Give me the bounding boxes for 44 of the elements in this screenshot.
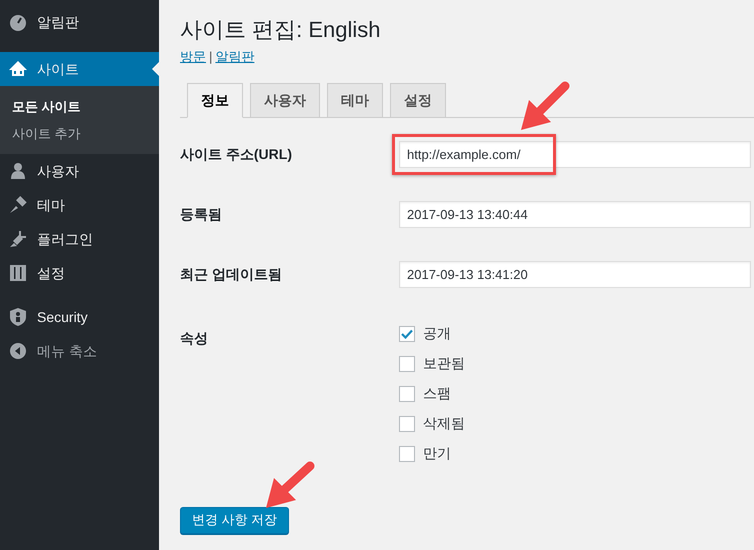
checkbox-label: 스팸 <box>423 384 451 403</box>
sidebar-item[interactable]: 메뉴 축소 <box>0 334 159 368</box>
checkmark-icon <box>401 328 413 338</box>
submenu-item[interactable]: 사이트 추가 <box>0 120 159 147</box>
field-label: 속성 <box>180 328 209 348</box>
field-label: 사이트 주소(URL) <box>180 145 293 164</box>
sidebar-item[interactable]: 사이트 <box>0 52 159 86</box>
sidebar-item[interactable]: 알림판 <box>0 5 159 39</box>
input-field[interactable]: 2017-09-13 13:40:44 <box>399 201 751 228</box>
checkbox-label: 만기 <box>423 444 451 463</box>
field-label: 등록됨 <box>180 205 223 224</box>
checkbox-label: 삭제됨 <box>423 414 465 433</box>
person-icon <box>8 161 28 181</box>
menu-pointer-icon <box>152 62 159 76</box>
checkbox[interactable] <box>399 416 415 432</box>
tab[interactable]: 정보 <box>187 82 243 118</box>
sliders-icon <box>8 263 28 283</box>
page-title: 사이트 편집: English <box>180 16 382 44</box>
gauge-icon <box>8 12 28 32</box>
checkbox[interactable] <box>399 356 415 372</box>
collapse-icon <box>8 341 28 361</box>
plug-icon <box>8 229 28 249</box>
tab[interactable]: 사용자 <box>250 82 320 118</box>
link-separator: | <box>209 48 212 66</box>
checkbox[interactable] <box>399 386 415 402</box>
input-field[interactable]: 2017-09-13 13:41:20 <box>399 261 751 288</box>
tab[interactable]: 설정 <box>390 82 446 118</box>
shield-icon <box>8 307 28 327</box>
sidebar-item[interactable]: 설정 <box>0 256 159 290</box>
checkbox[interactable] <box>399 446 415 462</box>
save-button[interactable]: 변경 사항 저장 <box>180 506 290 534</box>
checkbox[interactable] <box>399 326 415 342</box>
sidebar-item[interactable]: 플러그인 <box>0 222 159 256</box>
tab[interactable]: 테마 <box>327 82 383 118</box>
sidebar-item[interactable]: Security <box>0 300 159 334</box>
sidebar-item[interactable]: 테마 <box>0 188 159 222</box>
page-link[interactable]: 방문 <box>180 47 206 66</box>
checkbox-label: 공개 <box>423 324 451 343</box>
submenu-item[interactable]: 모든 사이트 <box>0 93 159 120</box>
field-label: 최근 업데이트됨 <box>180 265 283 284</box>
input-field[interactable]: http://example.com/ <box>399 141 751 168</box>
page-link[interactable]: 알림판 <box>215 47 254 66</box>
sidebar-item[interactable]: 사용자 <box>0 154 159 188</box>
checkbox-label: 보관됨 <box>423 354 465 373</box>
